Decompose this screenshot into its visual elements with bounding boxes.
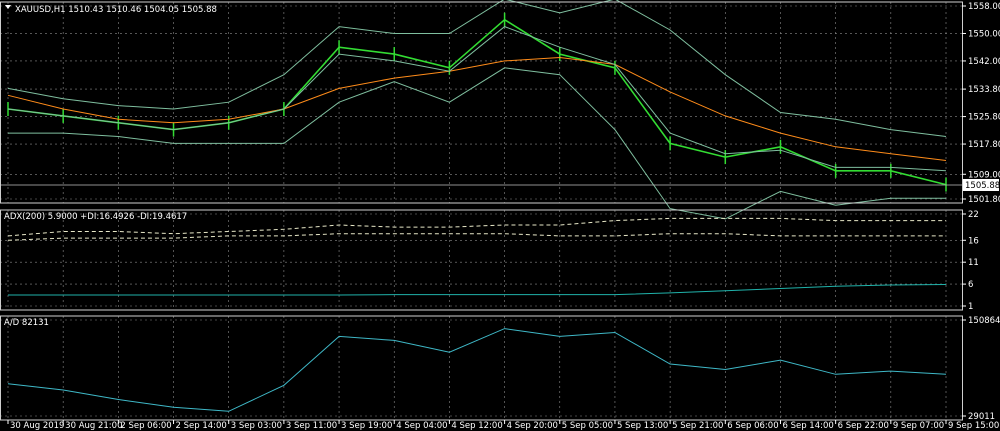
y-tick-label: 1550.00 — [968, 29, 1000, 39]
trading-chart[interactable]: 1505.88 1558.00 1550.00 1542.00 1533.80 1525… — [0, 0, 1000, 431]
y-tick-label: 1517.80 — [968, 140, 1000, 150]
y-tick-label: 1 — [968, 302, 973, 312]
x-tick-label: 3 Sep 11:00 — [286, 421, 337, 431]
current-price-label: 1505.88 — [965, 181, 1000, 191]
y-tick-label: 6 — [968, 280, 973, 290]
y-tick-label: 11 — [968, 258, 979, 268]
ad-panel-title: A/D 82131 — [4, 318, 49, 328]
x-tick-label: 5 Sep 21:00 — [672, 421, 723, 431]
x-tick-label: 3 Sep 19:00 — [341, 421, 392, 431]
x-tick-label: 5 Sep 05:00 — [562, 421, 613, 431]
y-tick-label: 1525.80 — [968, 113, 1000, 123]
adx-panel-title: ADX(200) 5.9000 +DI:16.4926 -DI:19.4617 — [4, 212, 187, 222]
y-tick-label: 1501.80 — [968, 195, 1000, 205]
y-tick-label: 1558.00 — [968, 2, 1000, 12]
x-tick-label: 9 Sep 07:00 — [893, 421, 944, 431]
x-tick-label: 2 Sep 06:00 — [120, 421, 171, 431]
x-tick-label: 2 Sep 14:00 — [176, 421, 227, 431]
x-tick-label: 5 Sep 13:00 — [617, 421, 668, 431]
y-tick-label: 150864 — [968, 316, 1000, 326]
x-tick-label: 4 Sep 20:00 — [507, 421, 558, 431]
x-tick-label: 4 Sep 12:00 — [451, 421, 502, 431]
x-tick-label: 4 Sep 04:00 — [396, 421, 447, 431]
y-tick-label: 22 — [968, 210, 979, 220]
x-tick-label: 30 Aug 2019 — [10, 421, 64, 431]
x-tick-label: 3 Sep 03:00 — [231, 421, 282, 431]
y-tick-label: 1509.00 — [968, 170, 1000, 180]
x-tick-label: 6 Sep 06:00 — [727, 421, 778, 431]
x-tick-label: 6 Sep 14:00 — [782, 421, 833, 431]
price-panel-title: XAUUSD,H1 1510.43 1510.46 1504.05 1505.8… — [15, 5, 217, 15]
y-tick-label: 1542.00 — [968, 57, 1000, 67]
x-tick-label: 6 Sep 22:00 — [838, 421, 889, 431]
x-tick-label: 30 Aug 21:00 — [65, 421, 122, 431]
y-tick-label: 1533.80 — [968, 85, 1000, 95]
x-tick-label: 9 Sep 15:00 — [948, 421, 999, 431]
y-tick-label: 16 — [968, 236, 979, 246]
